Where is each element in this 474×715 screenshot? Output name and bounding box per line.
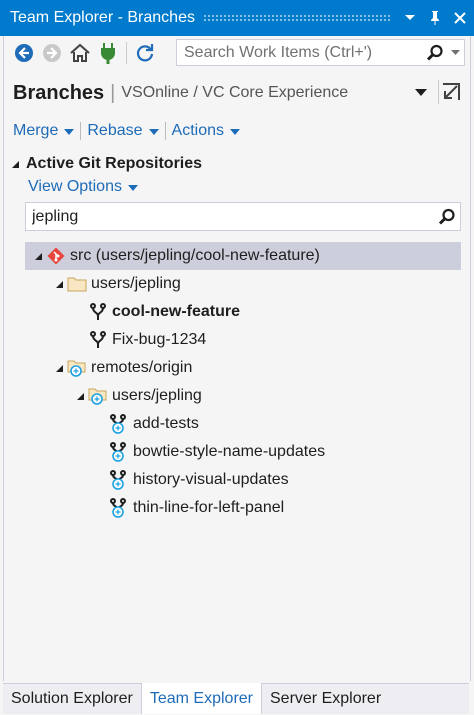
back-icon[interactable] bbox=[10, 39, 38, 67]
tab-solution-explorer[interactable]: Solution Explorer bbox=[3, 684, 141, 714]
tree-row[interactable]: src (users/jepling/cool-new-feature) bbox=[25, 242, 461, 270]
close-icon[interactable] bbox=[449, 7, 471, 29]
branch-actions: Merge Rebase Actions bbox=[4, 118, 246, 144]
tree-row[interactable]: bowtie-style-name-updates bbox=[25, 438, 461, 466]
branch-filter-box[interactable] bbox=[25, 202, 461, 231]
section-collapse-icon[interactable] bbox=[4, 160, 26, 169]
actions-chevron-down-icon bbox=[229, 122, 240, 140]
tree-row[interactable]: users/jepling bbox=[25, 270, 461, 298]
tree-row-label: users/jepling bbox=[91, 275, 181, 292]
expand-toggle-icon[interactable] bbox=[52, 364, 66, 373]
remote-branch-icon bbox=[108, 469, 130, 491]
merge-link[interactable]: Merge bbox=[13, 122, 80, 140]
search-dropdown-icon[interactable] bbox=[446, 49, 464, 56]
view-options-label: View Options bbox=[28, 178, 122, 195]
connect-icon[interactable] bbox=[94, 39, 122, 67]
tree-row-label: bowtie-style-name-updates bbox=[133, 443, 326, 460]
git-repo-icon bbox=[45, 245, 67, 267]
tree-row-label: thin-line-for-left-panel bbox=[133, 499, 285, 516]
window-title: Team Explorer - Branches bbox=[10, 9, 195, 26]
project-name[interactable]: VSOnline / VC Core Experience bbox=[121, 84, 348, 102]
refresh-icon[interactable] bbox=[131, 39, 159, 67]
tree-row[interactable]: thin-line-for-left-panel bbox=[25, 494, 461, 522]
toolbar-separator bbox=[126, 42, 127, 64]
expand-toggle-icon[interactable] bbox=[73, 392, 87, 401]
merge-chevron-down-icon bbox=[64, 122, 75, 140]
tab-server-explorer[interactable]: Server Explorer bbox=[262, 684, 389, 714]
tree-row[interactable]: history-visual-updates bbox=[25, 466, 461, 494]
filter-search-icon[interactable] bbox=[434, 208, 460, 226]
pin-icon[interactable] bbox=[424, 7, 446, 29]
branch-filter-input[interactable] bbox=[26, 206, 434, 227]
tree-row-label: remotes/origin bbox=[91, 359, 193, 376]
search-icon[interactable] bbox=[424, 44, 446, 62]
page-title: Branches bbox=[13, 81, 105, 104]
action-separator bbox=[164, 122, 166, 140]
branch-icon bbox=[87, 329, 109, 351]
home-icon[interactable] bbox=[66, 39, 94, 67]
merge-label: Merge bbox=[13, 122, 59, 139]
search-work-items-placeholder: Search Work Items (Ctrl+') bbox=[184, 43, 373, 61]
tree-row-label: cool-new-feature bbox=[112, 303, 241, 320]
remote-folder-icon bbox=[87, 385, 109, 407]
view-options-chevron-down-icon bbox=[127, 178, 138, 196]
page-dropdown-icon[interactable] bbox=[412, 84, 430, 102]
section-title: Active Git Repositories bbox=[26, 155, 203, 172]
view-options-link[interactable]: View Options bbox=[28, 178, 144, 196]
remote-branch-icon bbox=[108, 497, 130, 519]
undock-icon[interactable] bbox=[438, 80, 463, 104]
window-dropdown-icon[interactable] bbox=[399, 7, 421, 29]
expand-toggle-icon[interactable] bbox=[52, 280, 66, 289]
search-work-items-input[interactable]: Search Work Items (Ctrl+') bbox=[176, 39, 465, 66]
remote-folder-icon bbox=[66, 357, 88, 379]
team-explorer-panel: Search Work Items (Ctrl+') Branches | VS… bbox=[3, 36, 471, 681]
tab-team-explorer[interactable]: Team Explorer bbox=[140, 683, 262, 714]
tree-row[interactable]: Fix-bug-1234 bbox=[25, 326, 461, 354]
window-title-bar: Team Explorer - Branches bbox=[0, 0, 474, 36]
bottom-tab-strip: Solution Explorer Team Explorer Server E… bbox=[3, 683, 469, 714]
active-git-repositories-section: Active Git Repositories View Options bbox=[4, 152, 470, 198]
tree-row[interactable]: users/jepling bbox=[25, 382, 461, 410]
action-separator bbox=[80, 122, 82, 140]
tree-row-label: history-visual-updates bbox=[133, 471, 289, 488]
branch-tree: src (users/jepling/cool-new-feature) user… bbox=[25, 242, 461, 522]
tree-row-label: users/jepling bbox=[112, 387, 202, 404]
expand-toggle-icon[interactable] bbox=[31, 252, 45, 261]
title-grip[interactable] bbox=[202, 14, 391, 22]
tree-row-label: Fix-bug-1234 bbox=[112, 331, 207, 348]
rebase-label: Rebase bbox=[87, 122, 143, 139]
section-header[interactable]: Active Git Repositories bbox=[4, 152, 470, 176]
actions-label: Actions bbox=[171, 122, 224, 139]
folder-icon bbox=[66, 273, 88, 295]
tree-row[interactable]: add-tests bbox=[25, 410, 461, 438]
forward-icon[interactable] bbox=[38, 39, 66, 67]
actions-link[interactable]: Actions bbox=[172, 122, 246, 140]
remote-branch-icon bbox=[108, 441, 130, 463]
branch-icon bbox=[87, 301, 109, 323]
page-header: Branches | VSOnline / VC Core Experience bbox=[4, 76, 470, 110]
remote-branch-icon bbox=[108, 413, 130, 435]
tree-row-label: src (users/jepling/cool-new-feature) bbox=[70, 247, 320, 264]
rebase-link[interactable]: Rebase bbox=[87, 122, 164, 140]
rebase-chevron-down-icon bbox=[148, 122, 159, 140]
tree-row[interactable]: cool-new-feature bbox=[25, 298, 461, 326]
tree-row[interactable]: remotes/origin bbox=[25, 354, 461, 382]
header-separator: | bbox=[110, 81, 116, 104]
tree-row-label: add-tests bbox=[133, 415, 199, 432]
